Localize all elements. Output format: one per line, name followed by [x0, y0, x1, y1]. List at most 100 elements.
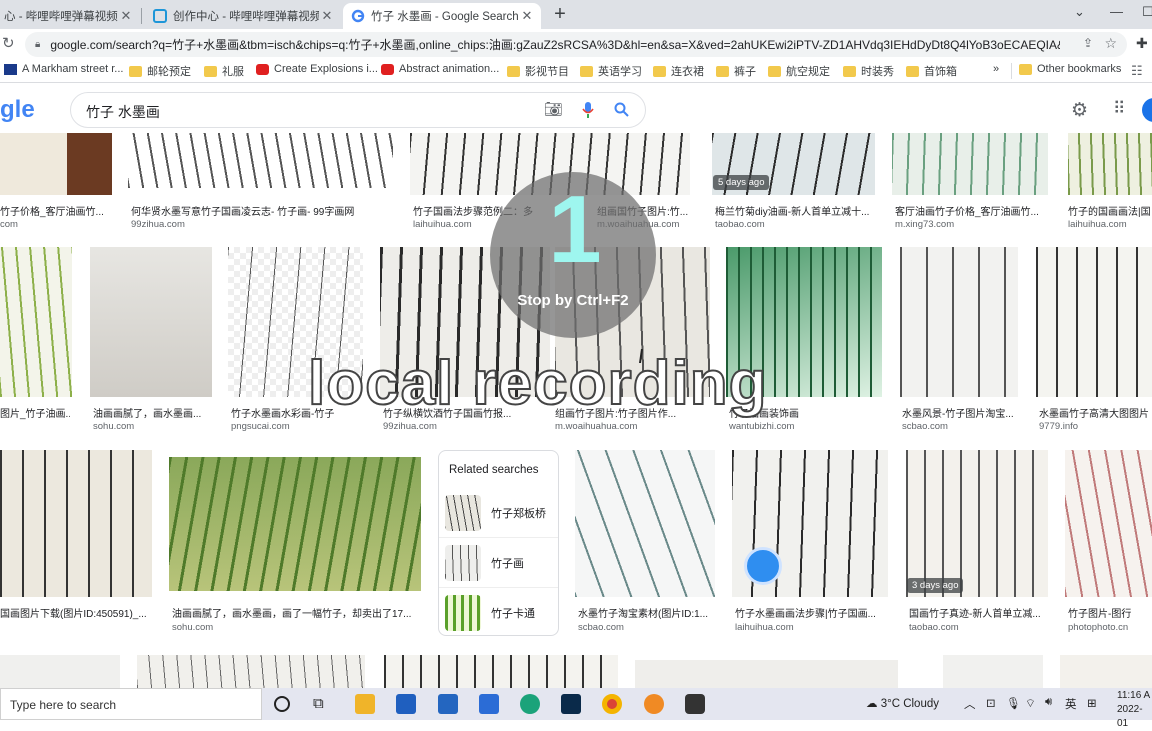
mail-icon[interactable] — [438, 694, 458, 714]
search-input[interactable]: 竹子 水墨画 — [86, 102, 160, 122]
close-icon[interactable]: ✕ — [319, 8, 335, 24]
volume-icon[interactable]: 🔊︎ — [1045, 696, 1052, 709]
lock-icon[interactable]: 🔒︎ — [35, 39, 40, 50]
result-source: photophoto.cn — [1068, 622, 1129, 633]
bookmark-folder[interactable]: 裤子 — [716, 63, 756, 79]
result-title[interactable]: 国画图片下载(图片ID:450591)_... — [0, 605, 150, 620]
tab-bilibili[interactable]: 心 - 哔哩哔哩弹幕视频网 ✕ — [0, 3, 140, 29]
image-result[interactable] — [1068, 133, 1152, 195]
related-search-item[interactable]: 竹子郑板桥 — [445, 493, 555, 533]
result-title[interactable]: 水墨画竹子高清大图图片 — [1039, 405, 1152, 420]
result-title[interactable]: 竹子图片-图行 — [1068, 605, 1152, 620]
other-bookmarks[interactable]: Other bookmarks — [1019, 63, 1121, 75]
microphone-icon[interactable] — [582, 101, 594, 119]
bookmark-folder[interactable]: 首饰箱 — [906, 63, 957, 79]
whiteboard-icon[interactable] — [479, 694, 499, 714]
image-result[interactable] — [635, 660, 898, 688]
result-title[interactable]: 图片_竹子油画... — [0, 405, 70, 420]
related-search-item[interactable]: 竹子卡通 — [445, 593, 555, 633]
camera-icon[interactable]: 📷︎ — [544, 100, 563, 118]
result-title[interactable]: 油画画腻了，画水墨画，画了一幅竹子，却卖出了17... — [172, 605, 422, 620]
tab-bilibili-creator[interactable]: 创作中心 - 哔哩哔哩弹幕视频网 ✕ — [145, 3, 341, 29]
star-icon[interactable]: ☆ — [1104, 35, 1117, 52]
image-result[interactable] — [943, 655, 1043, 688]
result-title[interactable]: 客厅油画竹子价格_客厅油画竹... — [895, 203, 1047, 218]
store-icon[interactable] — [396, 694, 416, 714]
image-result[interactable] — [575, 450, 715, 597]
recorder-app-icon[interactable] — [644, 694, 664, 714]
weather[interactable]: ☁ 3°C Cloudy — [866, 696, 939, 710]
result-title[interactable]: 竹子价格_客厅油画竹... — [0, 203, 110, 218]
task-view-icon[interactable]: ⧉ — [313, 695, 324, 712]
image-result[interactable] — [906, 450, 1048, 597]
result-title[interactable]: 国画竹子真迹-新人首单立减... — [909, 605, 1049, 620]
bookmark-folder[interactable]: 连衣裙 — [653, 63, 704, 79]
image-result[interactable] — [169, 457, 421, 591]
cortana-icon[interactable] — [274, 696, 290, 712]
new-tab-button[interactable]: + — [550, 4, 570, 25]
clock[interactable]: 11:16 A 2022-01 — [1117, 689, 1152, 731]
minimize-icon[interactable]: — — [1110, 4, 1123, 19]
file-explorer-icon[interactable] — [355, 694, 375, 714]
image-result[interactable] — [1065, 450, 1152, 597]
image-result[interactable] — [128, 133, 393, 188]
maximize-icon[interactable]: ☐ — [1142, 4, 1152, 20]
image-result[interactable] — [0, 655, 120, 688]
bookmarks-overflow-button[interactable]: » — [993, 63, 999, 75]
reading-list-icon[interactable]: ☷ — [1131, 63, 1143, 79]
image-result[interactable] — [384, 655, 618, 688]
bookmark-folder[interactable]: 邮轮预定 — [129, 63, 191, 79]
search-icon[interactable] — [614, 102, 629, 117]
reload-icon[interactable]: ↻ — [2, 34, 15, 52]
image-result[interactable] — [137, 655, 365, 688]
result-title[interactable]: 水墨竹子淘宝素材(图片ID:1... — [578, 605, 716, 620]
result-title[interactable]: 竹子的国画画法|国 — [1068, 203, 1152, 218]
close-icon[interactable]: ✕ — [118, 8, 134, 24]
input-language[interactable]: 英 — [1065, 696, 1077, 712]
extensions-icon[interactable]: ✚ — [1136, 35, 1148, 52]
bookmark-folder[interactable]: 英语学习 — [580, 63, 642, 79]
chevron-down-icon[interactable]: ⌄ — [1074, 4, 1085, 20]
share-icon[interactable]: ⇪ — [1083, 36, 1093, 50]
wifi-icon[interactable]: ⌔ — [1025, 696, 1036, 711]
image-result[interactable] — [0, 247, 72, 397]
image-result[interactable] — [1060, 655, 1152, 688]
image-result[interactable] — [1036, 247, 1152, 397]
chrome-icon[interactable] — [602, 694, 622, 714]
related-search-item[interactable]: 竹子画 — [445, 543, 555, 583]
photoshop-icon[interactable] — [561, 694, 581, 714]
bookmark-folder[interactable]: 时装秀 — [843, 63, 894, 79]
result-source: pngsucai.com — [231, 421, 290, 432]
chevron-up-icon[interactable]: ︿ — [964, 696, 976, 712]
bookmark-item[interactable]: Abstract animation... — [381, 63, 499, 75]
microphone-icon[interactable]: 🎙︎ — [1006, 696, 1021, 710]
result-title[interactable]: 何华贤水墨写意竹子国画凌云志- 竹子画- 99字画网 — [131, 203, 393, 218]
floating-recorder-button[interactable] — [744, 547, 782, 585]
image-result[interactable] — [90, 247, 212, 397]
bookmark-item[interactable]: A Markham street r... — [4, 63, 123, 75]
image-result[interactable] — [0, 450, 152, 597]
bookmark-item[interactable]: Create Explosions i... — [256, 63, 378, 75]
taskbar-search-input[interactable]: Type here to search — [0, 688, 262, 720]
edge-icon[interactable] — [520, 694, 540, 714]
result-title[interactable]: 梅兰竹菊diy油画-新人首单立减十... — [715, 203, 875, 218]
image-result[interactable] — [892, 133, 1048, 195]
bookmark-label: 首饰箱 — [924, 66, 957, 78]
settings-gear-icon[interactable]: ⚙ — [1071, 99, 1088, 122]
network-icon[interactable]: ⊡ — [986, 696, 996, 710]
result-title[interactable]: 水墨风景-竹子图片淘宝... — [902, 405, 1017, 420]
close-icon[interactable]: ✕ — [519, 8, 535, 24]
google-logo[interactable]: gle — [0, 96, 35, 124]
bookmark-folder[interactable]: 航空规定 — [768, 63, 830, 79]
bilibili-app-icon[interactable] — [685, 694, 705, 714]
image-result[interactable] — [900, 247, 1018, 397]
result-title[interactable]: 竹子水墨画画法步骤|竹子国画... — [735, 605, 888, 620]
image-result[interactable] — [0, 133, 112, 195]
tab-google-search[interactable]: 竹子 水墨画 - Google Search ✕ — [343, 3, 541, 29]
apps-grid-icon[interactable]: ⠿ — [1113, 99, 1125, 119]
bookmark-folder[interactable]: 影视节目 — [507, 63, 569, 79]
bookmark-folder[interactable]: 礼服 — [204, 63, 244, 79]
ime-icon[interactable]: ⊞ — [1087, 696, 1097, 710]
result-title[interactable]: 油画画腻了，画水墨画... — [93, 405, 211, 420]
address-bar[interactable]: 🔒︎ google.com/search?q=竹子+水墨画&tbm=isch&c… — [25, 32, 1127, 57]
